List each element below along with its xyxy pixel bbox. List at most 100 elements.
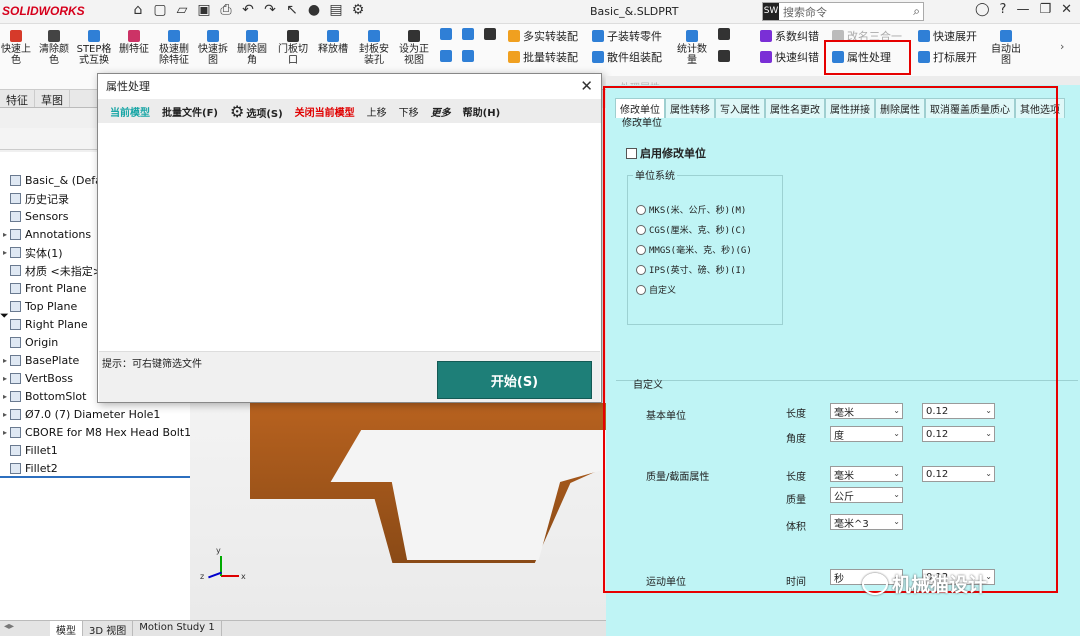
split-icon-button[interactable]	[484, 28, 496, 40]
clear-color-button[interactable]: 清除颜 色	[36, 30, 72, 66]
expand-arrow-icon[interactable]: ▸	[0, 410, 10, 419]
tree-item-label: Annotations	[25, 228, 92, 241]
mark-unfold-button[interactable]: 打标展开	[918, 49, 977, 65]
sub-assembly-to-part-button[interactable]: 子装转零件	[592, 28, 662, 44]
minimize-icon[interactable]: —	[1016, 2, 1029, 17]
dialog-titlebar[interactable]: 属性处理 ✕	[98, 74, 601, 99]
search-input[interactable]: 搜索命令	[783, 4, 913, 20]
coefficient-check-button[interactable]: 系数纠错	[760, 28, 819, 44]
door-cut-button[interactable]: 门板切 口	[274, 30, 312, 66]
auto-drawing-button[interactable]: 自动出 图	[985, 30, 1027, 66]
delete-fillet-button[interactable]: 删除圆 角	[234, 30, 270, 66]
quick-check-button[interactable]: 快速纠错	[760, 49, 819, 65]
batch-to-assembly-button[interactable]: 批量转装配	[508, 49, 578, 65]
tree-item[interactable]: Fillet2	[0, 460, 58, 477]
search-icon[interactable]: ⌕	[913, 4, 920, 19]
dialog-title: 属性处理	[106, 80, 150, 93]
count-quantity-button[interactable]: 统计数 量	[672, 30, 712, 66]
start-button[interactable]: 开始(S)	[437, 361, 592, 399]
new-file-icon[interactable]: ▢	[152, 2, 168, 18]
undo-icon[interactable]: ↶	[240, 2, 256, 18]
tree-item[interactable]: Sensors	[0, 208, 68, 225]
fast-delete-feature-button[interactable]: 极速删 除特征	[156, 30, 192, 66]
expand-arrow-icon[interactable]: ▸	[0, 428, 10, 437]
expand-arrow-icon[interactable]: ▸	[0, 248, 10, 257]
menu-help[interactable]: 帮助(H)	[463, 104, 501, 119]
move-icon-button[interactable]	[462, 50, 474, 62]
tree-item[interactable]: Fillet1	[0, 442, 58, 459]
tree-item[interactable]: ▸ BasePlate	[0, 352, 79, 369]
tab-motion-study[interactable]: Motion Study 1	[133, 621, 222, 636]
close-icon[interactable]: ✕	[580, 74, 593, 99]
chart-icon-button[interactable]	[718, 50, 730, 62]
menu-move-down[interactable]: 下移	[399, 104, 419, 119]
menu-batch-files[interactable]: 批量文件(F)	[162, 104, 218, 119]
multi-body-to-assembly-button[interactable]: 多实转装配	[508, 28, 578, 44]
tile-icon-button[interactable]	[718, 28, 730, 40]
help-icon[interactable]: ?	[1000, 2, 1007, 17]
mounting-hole-button[interactable]: 封板安 装孔	[356, 30, 392, 66]
tree-item[interactable]: ▸ Ø7.0 (7) Diameter Hole1	[0, 406, 160, 423]
door-cut-icon	[287, 30, 299, 42]
mounting-hole-icon	[368, 30, 380, 42]
expand-arrow-icon[interactable]: ▸	[0, 356, 10, 365]
delete-feature-button[interactable]: 删特征	[114, 30, 154, 55]
file-properties-icon[interactable]: ▤	[328, 2, 344, 18]
quick-unfold-button[interactable]: 快速展开	[918, 28, 977, 44]
search-box[interactable]: SW 搜索命令 ⌕	[762, 2, 924, 21]
print-icon[interactable]: ⎙	[218, 2, 234, 18]
rollback-bar[interactable]	[0, 476, 190, 478]
tree-item[interactable]: ▸ 实体(1)	[0, 244, 63, 261]
step-convert-button[interactable]: STEP格 式互换	[76, 30, 112, 66]
menu-move-up[interactable]: 上移	[367, 104, 387, 119]
tab-scroll-icon[interactable]: ◂▸	[0, 621, 50, 636]
close-icon[interactable]: ✕	[1061, 2, 1072, 17]
open-folder-icon[interactable]: ▱	[174, 2, 190, 18]
text-icon-button[interactable]	[440, 50, 452, 62]
tree-item[interactable]: Front Plane	[0, 280, 87, 297]
relief-slot-button[interactable]: 释放槽	[314, 30, 352, 55]
fast-delete-icon	[168, 30, 180, 42]
tree-item[interactable]: 历史记录	[0, 190, 69, 207]
count-icon	[686, 30, 698, 42]
tree-item[interactable]: ▸ Annotations	[0, 226, 91, 243]
tree-item[interactable]: ▸ BottomSlot	[0, 388, 86, 405]
home-icon[interactable]: ⌂	[130, 2, 146, 18]
ribbon-expand-icon[interactable]: ›	[1060, 40, 1064, 53]
traffic-light-icon[interactable]: ●	[306, 2, 322, 18]
tab-sketch[interactable]: 草图	[35, 90, 70, 107]
quick-color-button[interactable]: 快速上 色	[0, 30, 34, 66]
tree-item[interactable]: Top Plane	[0, 298, 77, 315]
save-icon[interactable]: ▣	[196, 2, 212, 18]
restore-icon[interactable]: ❐	[1039, 2, 1051, 17]
tree-node-icon	[10, 211, 21, 222]
align-icon-button[interactable]	[462, 28, 474, 40]
window-controls: ◯ ? — ❐ ✕	[975, 2, 1072, 17]
tree-item[interactable]: Right Plane	[0, 316, 88, 333]
gear-icon[interactable]: ⚙	[350, 2, 366, 18]
user-icon[interactable]: ◯	[975, 2, 990, 17]
menu-close-model[interactable]: 关闭当前模型	[295, 104, 355, 119]
info-icon-button[interactable]	[440, 28, 452, 40]
select-cursor-icon[interactable]: ↖	[284, 2, 300, 18]
set-normal-view-button[interactable]: 设为正 视图	[395, 30, 433, 66]
tree-item[interactable]: Origin	[0, 334, 58, 351]
redo-icon[interactable]: ↷	[262, 2, 278, 18]
expand-arrow-icon[interactable]: ▸	[0, 374, 10, 383]
tab-3d-view[interactable]: 3D 视图	[83, 621, 134, 636]
menu-options[interactable]: ⚙ 选项(S)	[230, 102, 283, 121]
title-bar: SOLIDWORKS ⌂ ▢ ▱ ▣ ⎙ ↶ ↷ ↖ ● ▤ ⚙ Basic_&…	[0, 0, 1080, 24]
tree-item[interactable]: ▸ CBORE for M8 Hex Head Bolt1	[0, 424, 191, 441]
tab-features[interactable]: 特征	[0, 90, 35, 107]
paint-icon	[10, 30, 22, 42]
menu-current-model[interactable]: 当前模型	[110, 104, 150, 119]
file-list[interactable]	[99, 125, 600, 351]
expand-arrow-icon[interactable]: ▸	[0, 230, 10, 239]
tab-model[interactable]: 模型	[50, 621, 83, 636]
menu-more[interactable]: 更多	[431, 104, 451, 119]
expand-arrow-icon[interactable]: ▸	[0, 392, 10, 401]
tree-item[interactable]: ▸ VertBoss	[0, 370, 73, 387]
parts-to-assembly-button[interactable]: 散件组装配	[592, 49, 662, 65]
tree-item[interactable]: 材质 <未指定>	[0, 262, 102, 279]
quick-split-drawing-button[interactable]: 快速拆 图	[195, 30, 231, 66]
